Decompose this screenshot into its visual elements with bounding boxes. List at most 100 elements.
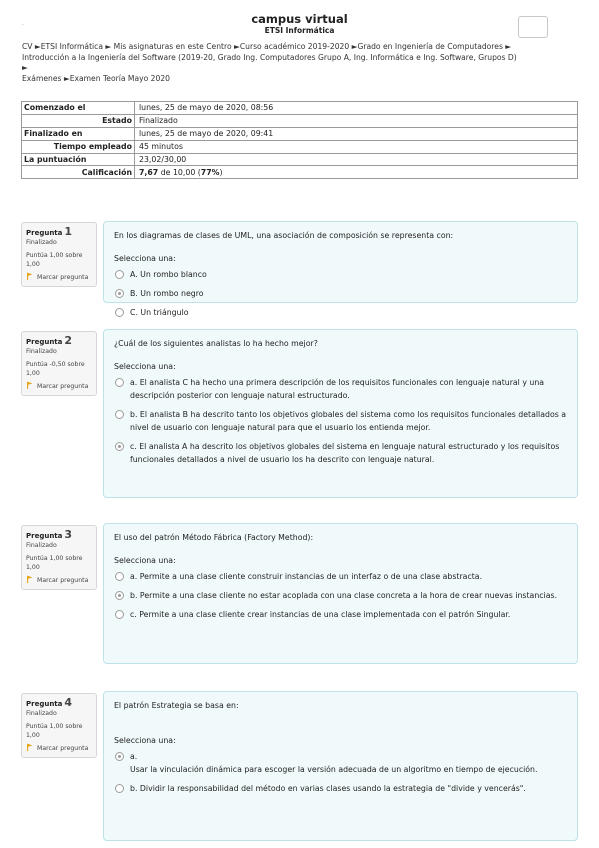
question-score: Puntúa 1,00 sobre 1,00	[26, 252, 83, 268]
radio-button-selected[interactable]	[115, 752, 124, 761]
flag-question-link[interactable]: Marcar pregunta	[26, 575, 92, 585]
answer-option[interactable]: b. Dividir la responsabilidad del método…	[114, 782, 567, 795]
option-label: a.	[130, 752, 138, 761]
radio-button[interactable]	[115, 378, 124, 387]
answer-prompt: Selecciona una:	[114, 254, 176, 263]
question-label: Pregunta	[26, 700, 63, 708]
question-state: Finalizado	[26, 710, 57, 717]
flag-icon	[27, 381, 33, 389]
radio-button[interactable]	[115, 410, 124, 419]
question-number: 2	[64, 334, 73, 347]
answer-option[interactable]: B. Un rombo negro	[114, 287, 567, 300]
answer-option[interactable]: a. El analista C ha hecho una primera de…	[114, 376, 567, 402]
flag-question-link[interactable]: Marcar pregunta	[26, 743, 92, 753]
grade-score: 7,67	[139, 167, 159, 177]
summary-row: Finalizado en lunes, 25 de mayo de 2020,…	[21, 126, 578, 141]
option-label: b. Dividir la responsabilidad del método…	[130, 784, 526, 793]
summary-key: Estado	[21, 113, 135, 128]
answer-option[interactable]: b. El analista B ha descrito tanto los o…	[114, 408, 567, 434]
question-info: Pregunta 4 Finalizado Puntúa 1,00 sobre …	[21, 693, 97, 758]
question-info: Pregunta 3 Finalizado Puntúa 1,00 sobre …	[21, 525, 97, 590]
flag-label: Marcar pregunta	[37, 577, 89, 584]
summary-value: 45 minutos	[134, 139, 578, 154]
option-detail: Usar la vinculación dinámica para escoge…	[130, 765, 538, 774]
summary-key: Finalizado en	[21, 126, 135, 141]
flag-label: Marcar pregunta	[37, 745, 89, 752]
answer-option[interactable]: a. Usar la vinculación dinámica para esco…	[114, 750, 567, 776]
question-state: Finalizado	[26, 542, 57, 549]
radio-button-selected[interactable]	[115, 289, 124, 298]
answer-option[interactable]: A. Un rombo blanco	[114, 268, 567, 281]
site-title[interactable]: campus virtual	[0, 12, 599, 26]
breadcrumb-line-1[interactable]: CV ►ETSI Informática ► Mis asignaturas e…	[22, 42, 578, 53]
question-number: 4	[64, 696, 73, 709]
summary-value: lunes, 25 de mayo de 2020, 08:56	[134, 101, 578, 115]
flag-icon	[27, 272, 33, 280]
breadcrumb: CV ►ETSI Informática ► Mis asignaturas e…	[22, 42, 578, 84]
summary-value: lunes, 25 de mayo de 2020, 09:41	[134, 126, 578, 141]
summary-value: 23,02/30,00	[134, 152, 578, 167]
question-text: El patrón Estrategia se basa en:	[114, 701, 239, 710]
flag-question-link[interactable]: Marcar pregunta	[26, 272, 92, 282]
option-label: c. El analista A ha descrito los objetiv…	[130, 442, 560, 464]
answer-option[interactable]: a. Permite a una clase cliente construir…	[114, 570, 567, 583]
question-score: Puntúa 1,00 sobre 1,00	[26, 723, 83, 739]
summary-key: La puntuación	[21, 152, 135, 167]
option-label: a. El analista C ha hecho una primera de…	[130, 378, 545, 400]
radio-button[interactable]	[115, 610, 124, 619]
breadcrumb-line-2[interactable]: Introducción a la Ingeniería del Softwar…	[22, 53, 578, 64]
question-text: ¿Cuál de los siguientes analistas lo ha …	[114, 339, 318, 348]
breadcrumb-line-4[interactable]: Exámenes ►Examen Teoría Mayo 2020	[22, 74, 578, 85]
radio-button[interactable]	[115, 784, 124, 793]
option-label: C. Un triángulo	[130, 308, 189, 317]
summary-key: Comenzado el	[21, 101, 135, 115]
grade-value: 7,67 de 10,00 (77%)	[134, 165, 578, 180]
question-info: Pregunta 1 Finalizado Puntúa 1,00 sobre …	[21, 222, 97, 287]
answer-prompt: Selecciona una:	[114, 362, 176, 371]
flag-question-link[interactable]: Marcar pregunta	[26, 381, 92, 391]
question-state: Finalizado	[26, 348, 57, 355]
radio-button-selected[interactable]	[115, 591, 124, 600]
user-menu-button[interactable]	[518, 16, 548, 38]
question-score: Puntúa -0,50 sobre 1,00	[26, 361, 85, 377]
site-subtitle: ETSI Informática	[264, 26, 335, 35]
radio-button[interactable]	[115, 308, 124, 317]
summary-row: Tiempo empleado 45 minutos	[21, 139, 578, 154]
question-number: 1	[64, 225, 73, 238]
radio-button-selected[interactable]	[115, 442, 124, 451]
answer-prompt: Selecciona una:	[114, 556, 176, 565]
question-content: ¿Cuál de los siguientes analistas lo ha …	[103, 329, 578, 498]
breadcrumb-line-3: ►	[22, 63, 28, 72]
summary-row: La puntuación 23,02/30,00	[21, 152, 578, 167]
answer-option[interactable]: c. El analista A ha descrito los objetiv…	[114, 440, 567, 466]
answer-option[interactable]: C. Un triángulo	[114, 306, 567, 319]
question-label: Pregunta	[26, 532, 63, 540]
option-label: c. Permite a una clase cliente crear ins…	[130, 610, 511, 619]
flag-label: Marcar pregunta	[37, 274, 89, 281]
answer-option[interactable]: c. Permite a una clase cliente crear ins…	[114, 608, 567, 621]
question-label: Pregunta	[26, 338, 63, 346]
answer-option[interactable]: b. Permite a una clase cliente no estar …	[114, 589, 567, 602]
answer-prompt: Selecciona una:	[114, 736, 176, 745]
radio-button[interactable]	[115, 270, 124, 279]
grade-total: de 10,00 (	[158, 167, 201, 177]
radio-button[interactable]	[115, 572, 124, 581]
summary-key: Tiempo empleado	[21, 139, 135, 154]
option-label: B. Un rombo negro	[130, 289, 204, 298]
grade-close: )	[219, 167, 223, 177]
summary-row: Comenzado el lunes, 25 de mayo de 2020, …	[21, 101, 578, 115]
question-info: Pregunta 2 Finalizado Puntúa -0,50 sobre…	[21, 331, 97, 396]
question-number: 3	[64, 528, 73, 541]
summary-value: Finalizado	[134, 113, 578, 128]
question-score: Puntúa 1,00 sobre 1,00	[26, 555, 83, 571]
option-label: a. Permite a una clase cliente construir…	[130, 572, 483, 581]
question-content: El patrón Estrategia se basa en: Selecci…	[103, 691, 578, 841]
question-text: En los diagramas de clases de UML, una a…	[114, 231, 454, 240]
summary-row: Estado Finalizado	[21, 113, 578, 128]
attempt-summary-table: Comenzado el lunes, 25 de mayo de 2020, …	[21, 101, 578, 180]
option-label: b. Permite a una clase cliente no estar …	[130, 591, 558, 600]
option-label: b. El analista B ha descrito tanto los o…	[130, 410, 567, 432]
summary-key: Calificación	[21, 165, 135, 180]
site-header: . campus virtual ETSI Informática	[0, 0, 599, 44]
flag-icon	[27, 743, 33, 751]
